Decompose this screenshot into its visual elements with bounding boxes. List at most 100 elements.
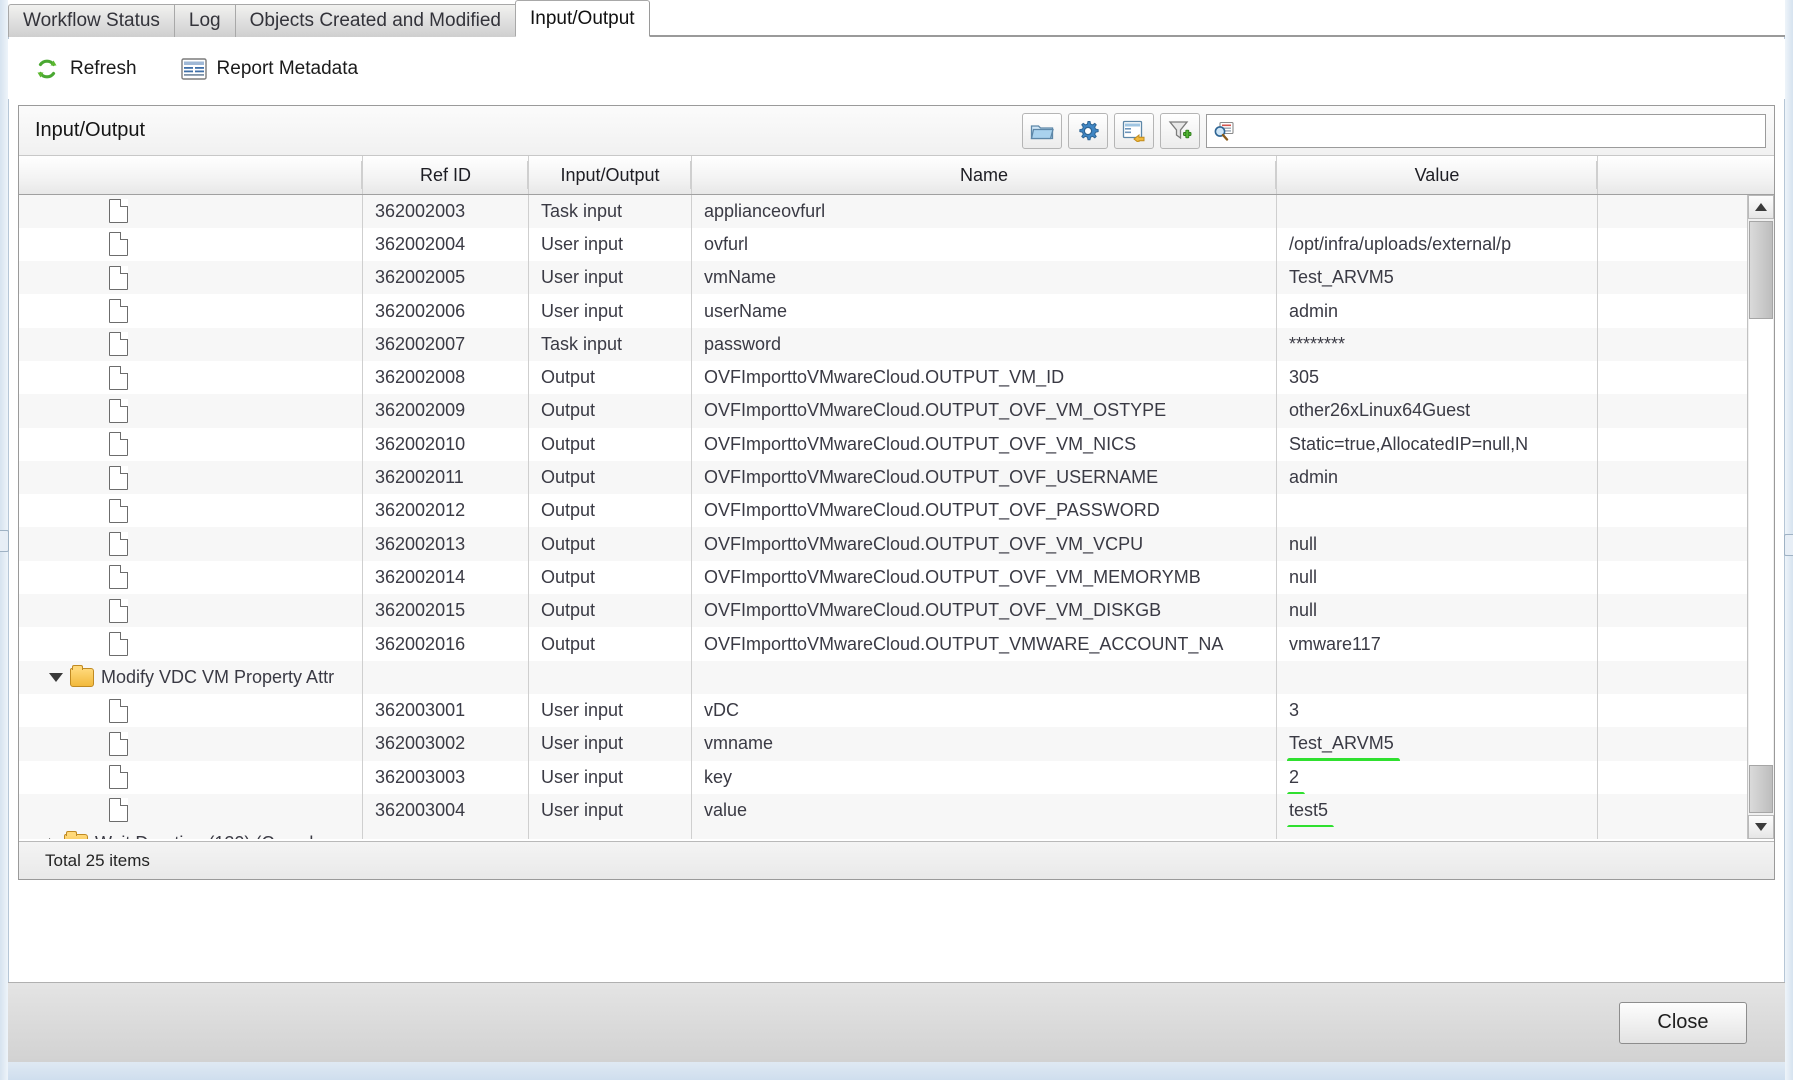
ref-id-cell: 362002009 [362, 394, 529, 428]
vertical-scrollbar[interactable] [1747, 195, 1774, 839]
tree-cell[interactable] [19, 394, 363, 428]
cell-text: OVFImporttoVMwareCloud.OUTPUT_OVF_VM_MEM… [704, 566, 1201, 587]
tree-cell[interactable] [19, 760, 363, 794]
table-row[interactable]: 362003003 User input key 2 [19, 760, 1774, 794]
column-header-tail[interactable] [1597, 156, 1774, 195]
add-filter-button[interactable] [1160, 112, 1200, 149]
tree-cell[interactable] [19, 527, 363, 561]
input-output-cell: User input [528, 261, 692, 295]
table-row[interactable]: 362002008 Output OVFImporttoVMwareCloud.OU… [19, 360, 1774, 395]
column-header-ref[interactable]: Ref ID [362, 156, 529, 195]
table-row[interactable]: 362002009 Output OVFImporttoVMwareCloud.OU… [19, 394, 1774, 428]
tree-cell[interactable] [19, 194, 363, 228]
document-icon [109, 632, 128, 656]
document-icon [109, 398, 128, 423]
ref-id-cell: 362002015 [362, 594, 529, 628]
gear-icon [1079, 120, 1099, 140]
expand-triangle-icon[interactable] [49, 837, 57, 839]
column-header-name[interactable]: Name [691, 156, 1277, 195]
table-row[interactable]: 362002007 Task input password ******** [19, 327, 1774, 361]
report-metadata-button[interactable]: Report Metadata [180, 58, 358, 80]
table-row[interactable]: 362003002 User input vmname Test_ARVM5 [19, 727, 1774, 761]
collapse-triangle-icon[interactable] [49, 672, 63, 682]
document-icon [109, 265, 128, 290]
table-row[interactable]: 362003004 User input value test5 [19, 793, 1774, 828]
ref-id-cell: 362003003 [362, 760, 529, 794]
tree-cell[interactable] [19, 427, 363, 461]
input-output-cell: User input [528, 760, 692, 794]
tab-workflow-status[interactable]: Workflow Status [8, 4, 175, 37]
scrollbar-track[interactable] [1749, 319, 1773, 765]
name-cell: OVFImporttoVMwareCloud.OUTPUT_VM_ID [691, 360, 1277, 395]
cell-text: 362002012 [375, 500, 466, 521]
value-cell: vmware117 [1276, 627, 1598, 661]
tree-cell[interactable] [19, 560, 363, 595]
settings-button[interactable] [1068, 112, 1108, 149]
tab-strip: Workflow Status Log Objects Created and Mo… [8, 0, 1785, 37]
table-row[interactable]: 362002016 Output OVFImporttoVMwareCloud.OU… [19, 627, 1774, 661]
tree-cell[interactable]: Modify VDC VM Property Attr [19, 660, 363, 694]
tree-cell[interactable] [19, 693, 363, 728]
column-header-tree[interactable] [19, 156, 363, 195]
value-cell: 2 [1276, 760, 1598, 794]
column-header-label: Value [1414, 164, 1460, 185]
tab-input-output[interactable]: Input/Output [515, 0, 650, 37]
name-cell: key [691, 760, 1277, 794]
tree-cell[interactable] [19, 294, 363, 328]
table-row[interactable]: 362002003 Task input applianceovfurl [19, 194, 1774, 228]
tree-cell[interactable] [19, 793, 363, 828]
search-input[interactable] [1241, 114, 1765, 147]
tree-cell[interactable] [19, 494, 363, 528]
tab-log[interactable]: Log [173, 4, 236, 37]
table-row[interactable]: 362002014 Output OVFImporttoVMwareCloud.OU… [19, 560, 1774, 595]
table-row[interactable]: 362002004 User input ovfurl/opt/infra/uplo… [19, 227, 1774, 262]
value-cell [1276, 827, 1598, 839]
close-button[interactable]: Close [1619, 1001, 1747, 1044]
table-group-row[interactable]: Wait Duration (120) (Comple [19, 827, 1774, 839]
tree-cell[interactable] [19, 727, 363, 761]
column-header-label: Ref ID [419, 164, 471, 185]
tree-cell[interactable]: Wait Duration (120) (Comple [19, 827, 363, 839]
table-row[interactable]: 362002006 User input userName admin [19, 294, 1774, 328]
tab-objects-created-and-modified[interactable]: Objects Created and Modified [234, 4, 516, 37]
tab-label: Log [188, 10, 221, 31]
ref-id-cell: 362002004 [362, 227, 529, 262]
export-button[interactable] [1114, 112, 1154, 149]
name-cell: OVFImporttoVMwareCloud.OUTPUT_OVF_VM_VCP… [691, 527, 1277, 561]
column-header-io[interactable]: Input/Output [528, 156, 692, 195]
table-row[interactable]: 362002005 User input vmName Test_ARVM5 [19, 261, 1774, 295]
tree-cell[interactable] [19, 327, 363, 361]
open-folder-button[interactable] [1022, 112, 1062, 149]
search-box[interactable] [1206, 113, 1766, 148]
window-left-handle[interactable] [0, 530, 9, 552]
cell-text: Test_ARVM5 [1289, 267, 1394, 288]
scrollbar-thumb-secondary[interactable] [1749, 765, 1773, 813]
scroll-up-button[interactable] [1748, 195, 1774, 219]
scrollbar-thumb[interactable] [1749, 221, 1773, 319]
table-group-row[interactable]: Modify VDC VM Property Attr [19, 660, 1774, 694]
group-label: Modify VDC VM Property Attr [101, 666, 335, 687]
scroll-down-button[interactable] [1748, 815, 1774, 839]
ref-id-cell [362, 827, 529, 839]
tree-cell[interactable] [19, 360, 363, 395]
tree-cell[interactable] [19, 460, 363, 495]
table-row[interactable]: 362002012 Output OVFImporttoVMwareCloud.OU… [19, 494, 1774, 528]
cell-text: 362002014 [375, 566, 466, 587]
cell-text: null [1289, 566, 1318, 587]
table-row[interactable]: 362002010 Output OVFImporttoVMwareCloud.OU… [19, 427, 1774, 461]
tree-cell[interactable] [19, 627, 363, 661]
table-row[interactable]: 362002015 Output OVFImporttoVMwareCloud.OU… [19, 594, 1774, 628]
table-row[interactable]: 362002011 Output OVFImporttoVMwareCloud.OU… [19, 460, 1774, 495]
input-output-cell: Task input [528, 194, 692, 228]
table-row[interactable]: 362003001 User input vDC 3 [19, 693, 1774, 728]
table-row[interactable]: 362002013 Output OVFImporttoVMwareCloud.OU… [19, 527, 1774, 561]
tree-cell[interactable] [19, 261, 363, 295]
tree-cell[interactable] [19, 594, 363, 628]
column-header-value[interactable]: Value [1276, 156, 1598, 195]
tree-cell[interactable] [19, 227, 363, 262]
window-right-handle[interactable] [1784, 534, 1793, 556]
name-cell: OVFImporttoVMwareCloud.OUTPUT_OVF_VM_OST… [691, 394, 1277, 428]
refresh-button[interactable]: Refresh [34, 56, 137, 82]
cell-text: vmware117 [1289, 633, 1381, 654]
ref-id-cell: 362003002 [362, 727, 529, 761]
